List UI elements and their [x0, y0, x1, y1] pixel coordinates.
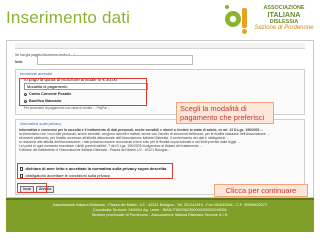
- footer-line3: Sezione provinciale di Pordenone - Assoc…: [91, 213, 229, 217]
- card-note: Per procedere al pagamento con carta di …: [24, 106, 111, 110]
- top-note-bar: Se hai già pagato l'iscrizione (entro il…: [15, 43, 305, 57]
- continue-callout: Clicca per continuare: [214, 184, 308, 197]
- privacy-legend: Normativa sulla privacy: [20, 121, 62, 126]
- logo-line4: Sezione di Pordenone: [254, 25, 314, 32]
- aid-logo-text: ASSOCIAZIONE ITALIANA DISLESSIA Sezione …: [252, 5, 316, 32]
- logo-line2: ITALIANA: [267, 10, 301, 20]
- payment-callout: Scegli la modalità di pagamento che pref…: [176, 102, 274, 124]
- privacy-text: Informativa e consenso per la raccolta e…: [19, 128, 301, 152]
- privacy-highlight-box: [17, 163, 173, 179]
- aid-logo-mark-icon: [225, 5, 247, 34]
- iscrizione-legend: Iscrizione annuale: [20, 71, 53, 76]
- slide-title: Inserimento dati: [6, 8, 131, 27]
- note-label: Note: [15, 60, 23, 64]
- footer: Associazione Italiana Dislessia - Piazza…: [6, 200, 314, 232]
- submit-highlight-box: [17, 183, 47, 193]
- payment-highlight-box: [19, 78, 147, 106]
- note-textarea[interactable]: [37, 55, 193, 65]
- aid-logo: ASSOCIAZIONE ITALIANA DISLESSIA Sezione …: [224, 4, 316, 38]
- privacy-line: Il titolare del trattamento è l'Associaz…: [19, 148, 172, 152]
